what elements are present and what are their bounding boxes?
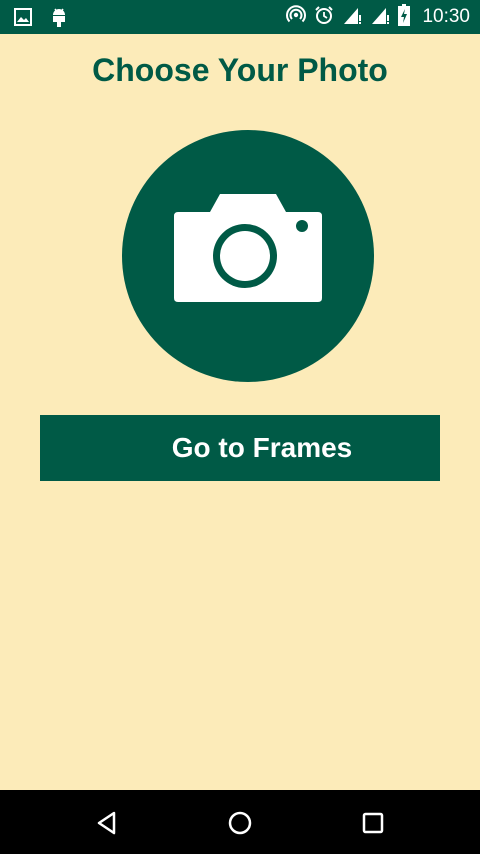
status-time: 10:30 [422, 6, 470, 27]
alarm-icon [314, 5, 334, 30]
status-bar-right: 10:30 [286, 3, 470, 31]
status-bar-left [14, 7, 68, 32]
image-icon [14, 8, 32, 31]
page-title: Choose Your Photo [92, 52, 388, 88]
camera-icon [174, 190, 322, 311]
back-icon[interactable] [92, 808, 122, 838]
recents-icon[interactable] [358, 808, 388, 838]
android-icon [50, 7, 68, 32]
choose-photo-button[interactable] [122, 130, 374, 382]
status-bar: 10:30 [0, 0, 480, 34]
navigation-bar [0, 790, 480, 854]
signal-icon [370, 5, 390, 30]
battery-icon [398, 3, 411, 31]
go-to-frames-button[interactable]: Go to Frames [40, 415, 440, 481]
hotspot-icon [286, 4, 307, 30]
signal-icon [342, 5, 362, 30]
home-icon[interactable] [225, 808, 255, 838]
go-to-frames-label: Go to Frames [171, 432, 353, 463]
